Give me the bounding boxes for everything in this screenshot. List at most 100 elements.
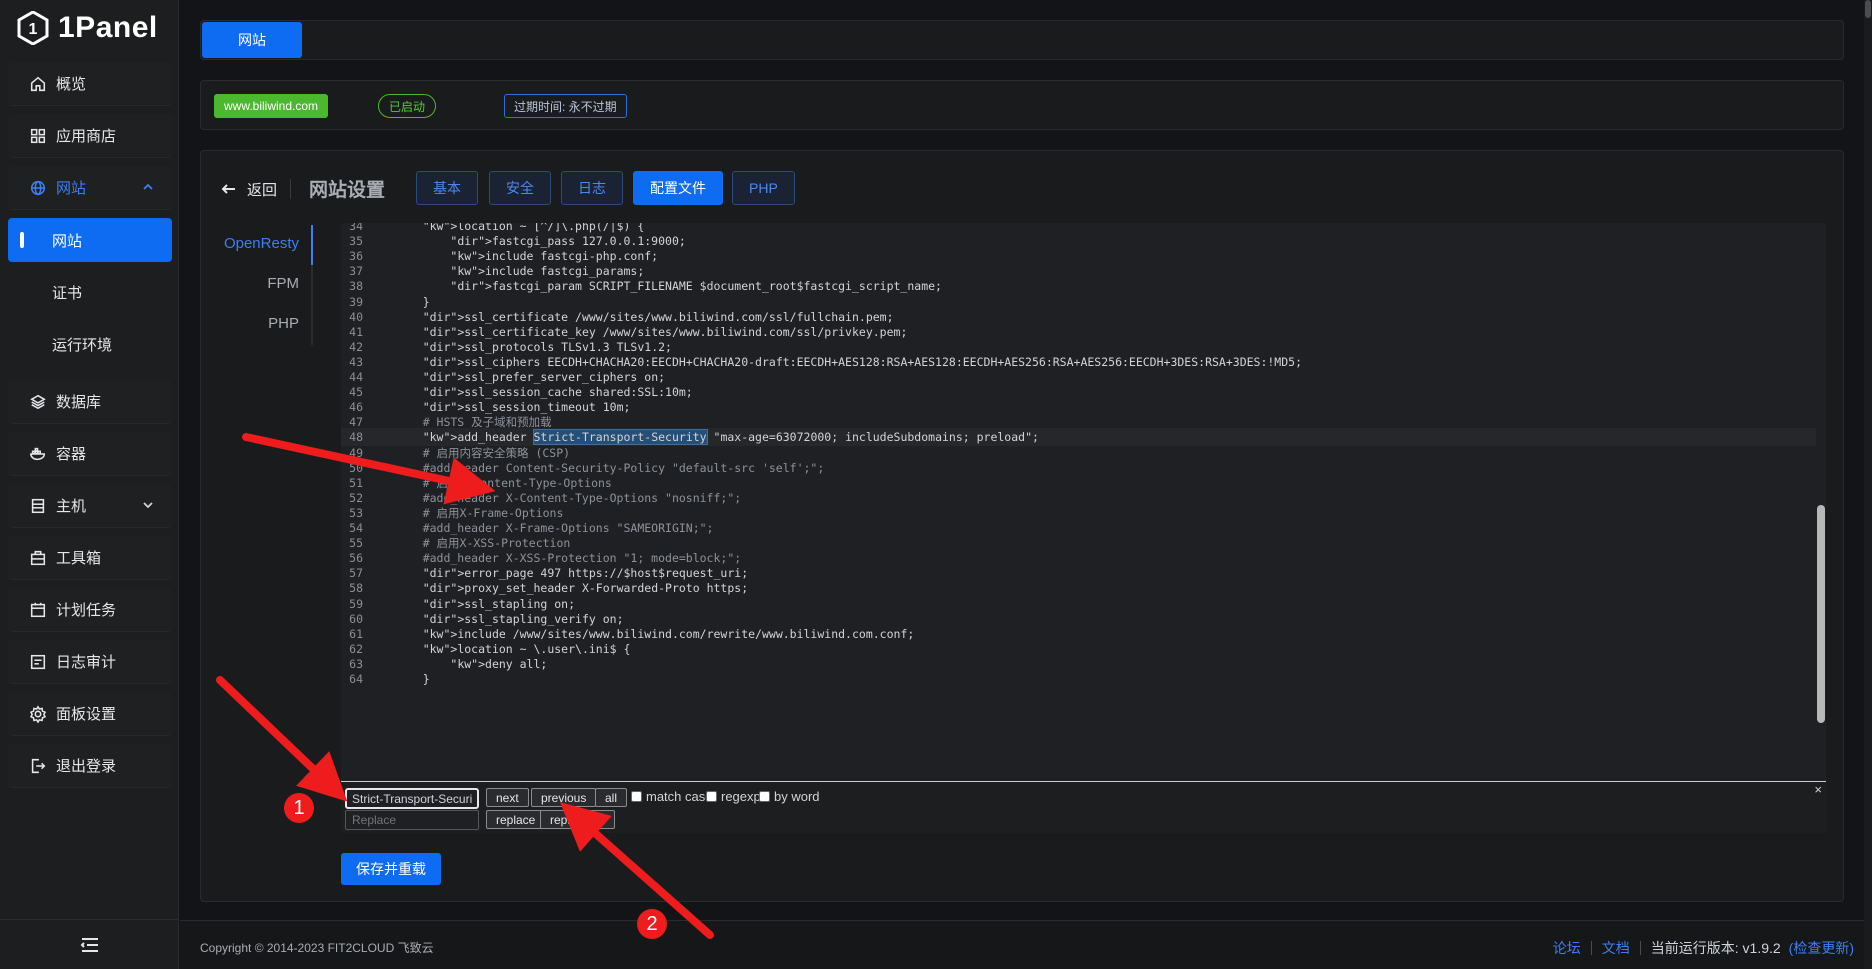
checkbox-box[interactable] <box>631 791 642 802</box>
docker-icon <box>28 444 48 464</box>
match-case-checkbox[interactable]: match case <box>631 789 712 804</box>
sidebar-item-toolbox[interactable]: 工具箱 <box>8 536 172 580</box>
tab-php[interactable]: PHP <box>732 171 795 205</box>
code-editor[interactable]: 34 "kw">location ~ [^/]\.php(/|$) {35 "d… <box>341 223 1826 781</box>
tab-config-file[interactable]: 配置文件 <box>633 171 723 205</box>
sidebar-item-label: 工具箱 <box>56 550 102 567</box>
sidebar-item-overview[interactable]: 概览 <box>8 62 172 106</box>
checkbox-box[interactable] <box>759 791 770 802</box>
search-input[interactable] <box>345 788 479 809</box>
code-line[interactable]: 64 } <box>341 670 1826 688</box>
sidebar-item-cron[interactable]: 计划任务 <box>8 588 172 632</box>
line-text: "dir">ssl_ciphers EECDH+CHACHA20:EECDH+C… <box>422 354 1303 369</box>
by-word-checkbox[interactable]: by word <box>759 789 820 804</box>
sidebar-item-label: 退出登录 <box>56 758 117 775</box>
logout-icon <box>28 756 48 776</box>
line-text: "dir">ssl_prefer_server_ciphers on; <box>422 370 666 384</box>
arrow-left-icon <box>221 184 235 194</box>
logo-text: 1Panel <box>58 11 158 44</box>
copyright: Copyright © 2014-2023 FIT2CLOUD 飞致云 <box>200 941 434 955</box>
sidebar-item-database[interactable]: 数据库 <box>8 380 172 424</box>
logo: 1 1Panel <box>16 8 158 48</box>
svg-text:1: 1 <box>29 21 38 38</box>
page-scrollbar-thumb[interactable] <box>1865 0 1871 18</box>
line-text: "dir">ssl_certificate /www/sites/www.bil… <box>422 309 894 324</box>
sidebar-item-logout[interactable]: 退出登录 <box>8 744 172 788</box>
sidebar-subitem-certificate[interactable]: 证书 <box>8 270 172 314</box>
sidebar-item-container[interactable]: 容器 <box>8 432 172 476</box>
line-text: # 启用X-Content-Type-Options <box>395 475 612 490</box>
find-previous-button[interactable]: previous <box>531 788 597 807</box>
sidebar-item-label: 日志审计 <box>56 654 117 671</box>
line-text: "dir">ssl_session_timeout 10m; <box>422 400 631 415</box>
regexp-checkbox[interactable]: regexp <box>706 789 761 804</box>
home-icon <box>28 74 48 94</box>
editor-scrollbar[interactable] <box>1816 223 1826 781</box>
globe-icon <box>28 178 48 198</box>
search-panel: next previous all match case regexp by w… <box>341 781 1826 833</box>
main-content: 网站 www.biliwind.com 已启动 过期时间: 永不过期 返回 网站… <box>180 0 1872 969</box>
sidebar-subitem-label: 网站 <box>52 232 83 250</box>
sidebar-item-app-store[interactable]: 应用商店 <box>8 114 172 158</box>
sidebar-item-label: 网站 <box>56 180 87 197</box>
replace-input[interactable] <box>345 810 479 830</box>
regexp-label: regexp <box>721 789 761 804</box>
sidebar-collapse-button[interactable] <box>0 919 179 969</box>
sidebar-subitem-label: 运行环境 <box>52 336 113 354</box>
site-info-bar: www.biliwind.com 已启动 过期时间: 永不过期 <box>200 80 1844 130</box>
tab-basic[interactable]: 基本 <box>416 171 478 205</box>
scrollbar-thumb[interactable] <box>1817 505 1825 723</box>
side-tab-fpm[interactable]: FPM <box>267 275 299 292</box>
tab-website[interactable]: 网站 <box>202 22 302 58</box>
save-and-reload-button[interactable]: 保存并重载 <box>341 853 441 885</box>
line-text: "dir">fastcgi_pass 127.0.0.1:9000; <box>450 234 686 249</box>
sidebar-item-host[interactable]: 主机 <box>8 484 172 528</box>
status-badge: 已启动 <box>378 94 437 118</box>
side-tab-indicator <box>311 225 313 265</box>
sidebar-subitem-label: 证书 <box>52 284 83 302</box>
sidebar-item-log-audit[interactable]: 日志审计 <box>8 640 172 684</box>
docs-link[interactable]: 文档 <box>1602 938 1630 958</box>
side-tab-php[interactable]: PHP <box>268 315 299 332</box>
back-button[interactable]: 返回 <box>221 178 277 200</box>
replace-all-button[interactable]: replace all <box>540 810 615 829</box>
checkbox-box[interactable] <box>706 791 717 802</box>
line-text: # 启用内容安全策略 (CSP) <box>395 445 571 460</box>
footer-links: 论坛 文档 当前运行版本: v1.9.2 (检查更新) <box>1553 938 1854 958</box>
line-text: #add_header X-Frame-Options "SAMEORIGIN;… <box>395 521 714 535</box>
version-label: 当前运行版本: v1.9.2 <box>1650 940 1781 956</box>
line-text: "dir">ssl_stapling on; <box>422 596 576 611</box>
page-scrollbar[interactable] <box>1864 0 1872 969</box>
line-text: "kw">include /www/sites/www.biliwind.com… <box>422 626 915 641</box>
tab-security[interactable]: 安全 <box>489 171 551 205</box>
forum-link[interactable]: 论坛 <box>1553 938 1581 958</box>
line-text: "dir">ssl_stapling_verify on; <box>422 611 624 626</box>
sidebar-subitem-runtime[interactable]: 运行环境 <box>8 322 172 366</box>
divider <box>1590 941 1592 955</box>
close-search-button[interactable]: × <box>1814 782 1822 797</box>
layers-icon <box>28 392 48 412</box>
toolbox-icon <box>28 548 48 568</box>
back-label: 返回 <box>247 181 278 199</box>
sidebar-item-panel-settings[interactable]: 面板设置 <box>8 692 172 736</box>
side-tab-openresty[interactable]: OpenResty <box>224 235 299 252</box>
footer: Copyright © 2014-2023 FIT2CLOUD 飞致云 论坛 文… <box>180 920 1872 969</box>
line-text: #add_header X-Content-Type-Options "nosn… <box>395 490 742 505</box>
line-text: #add_header Content-Security-Policy "def… <box>395 460 825 475</box>
gear-icon <box>28 704 48 724</box>
tab-logs[interactable]: 日志 <box>561 171 623 205</box>
sidebar-item-label: 面板设置 <box>56 706 117 723</box>
server-icon <box>28 496 48 516</box>
sidebar-item-label: 计划任务 <box>56 602 117 619</box>
line-text: } <box>395 672 430 686</box>
grid-icon <box>28 126 48 146</box>
find-next-button[interactable]: next <box>486 788 529 807</box>
check-update-link[interactable]: (检查更新) <box>1789 938 1854 958</box>
replace-button[interactable]: replace <box>486 810 546 829</box>
find-all-button[interactable]: all <box>595 788 628 807</box>
line-text: # 启用X-Frame-Options <box>395 505 564 520</box>
calendar-icon <box>28 600 48 620</box>
sidebar-item-website[interactable]: 网站 <box>8 166 172 210</box>
sidebar-subitem-website[interactable]: 网站 <box>8 218 172 262</box>
by-word-label: by word <box>774 789 820 804</box>
